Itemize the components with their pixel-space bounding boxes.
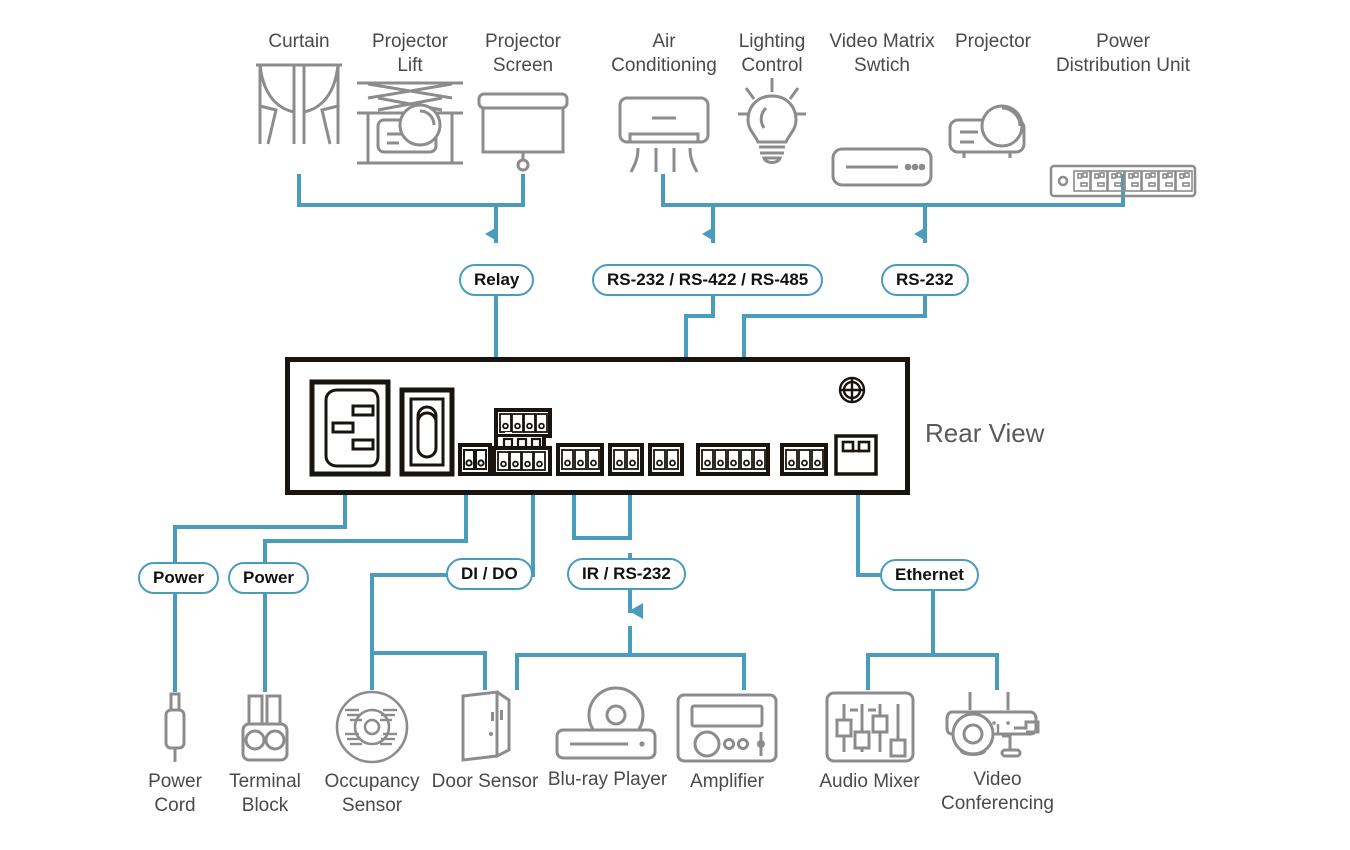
pill-label: Ethernet: [895, 565, 964, 584]
pill-label: RS-232: [896, 270, 954, 289]
device-label: Amplifier: [690, 771, 764, 792]
pill-label: IR / RS-232: [582, 564, 671, 583]
serial-terminal-5pin: [696, 443, 770, 476]
connection-pill-relay[interactable]: Relay: [459, 264, 535, 296]
di-do-terminal-2pin: [608, 443, 644, 476]
device-label: Video Conferencing: [940, 769, 1055, 814]
device-label: Blu-ray Player: [547, 769, 668, 790]
device-amplifier: Amplifier: [668, 686, 786, 794]
pill-label: DI / DO: [461, 564, 518, 583]
device-video-matrix-switch: Video Matrix Swtich: [812, 30, 952, 188]
device-label: Occupancy Sensor: [324, 771, 420, 816]
device-bluray-player: Blu-ray Player: [545, 686, 670, 792]
video-matrix-switch-icon: [812, 98, 952, 188]
di-do-terminal-3pin-a: [556, 443, 604, 476]
device-label: Video Matrix Swtich: [829, 31, 935, 76]
amplifier-icon: [668, 686, 786, 764]
projector-screen-icon: [455, 84, 591, 174]
video-conferencing-icon: [925, 686, 1070, 764]
device-label: Projector: [954, 31, 1032, 52]
device-label: Projector Screen: [484, 31, 562, 76]
connection-pill-ethernet[interactable]: Ethernet: [880, 559, 979, 591]
page-title: Rear View: [925, 418, 1045, 448]
bluray-player-icon: [545, 686, 670, 764]
occupancy-sensor-icon: [310, 690, 434, 764]
device-audio-mixer: Audio Mixer: [812, 686, 927, 794]
pill-label: Power: [153, 568, 205, 587]
pill-label: Power: [243, 568, 295, 587]
terminal-2pin: [458, 443, 492, 476]
ir-terminal-2pin: [648, 443, 684, 476]
device-video-conferencing: Video Conferencing: [925, 686, 1070, 816]
device-projector: Projector: [933, 30, 1053, 164]
connection-pill-rs232-rs422-rs485[interactable]: RS-232 / RS-422 / RS-485: [592, 264, 824, 296]
connection-pill-rs232[interactable]: RS-232: [881, 264, 969, 296]
device-projector-screen: Projector Screen: [455, 30, 591, 174]
device-label: Audio Mixer: [819, 771, 920, 792]
relay-terminal-block: [492, 408, 552, 476]
connection-pill-power-right[interactable]: Power: [228, 562, 310, 594]
serial-terminal-3pin: [780, 443, 828, 476]
ac-power-inlet: [309, 379, 391, 477]
connection-pill-ir-rs232[interactable]: IR / RS-232: [567, 558, 686, 590]
pill-label: Relay: [474, 270, 520, 289]
device-terminal-block: Terminal Block: [205, 692, 325, 818]
pill-label: RS-232 / RS-422 / RS-485: [607, 270, 809, 289]
audio-mixer-icon: [812, 686, 927, 764]
grounding-screw: [838, 376, 866, 404]
ethernet-port: [834, 434, 878, 476]
device-label: Door Sensor: [431, 771, 539, 792]
device-rear-panel: [285, 357, 910, 495]
device-label: Power Distribution Unit: [1055, 31, 1191, 76]
power-distribution-unit-icon: [1040, 108, 1206, 198]
power-switch: [399, 387, 455, 477]
door-sensor-icon: [425, 690, 545, 764]
device-label: Terminal Block: [229, 771, 301, 816]
connection-pill-power-left[interactable]: Power: [138, 562, 220, 594]
connection-pill-di-do[interactable]: DI / DO: [446, 558, 533, 590]
device-door-sensor: Door Sensor: [425, 690, 545, 794]
projector-icon: [933, 74, 1053, 164]
diagram-canvas: Curtain Projector Lift Projector Screen …: [0, 0, 1350, 850]
device-occupancy-sensor: Occupancy Sensor: [310, 690, 434, 818]
device-power-distribution-unit: Power Distribution Unit: [1040, 30, 1206, 198]
terminal-block-icon: [205, 692, 325, 764]
